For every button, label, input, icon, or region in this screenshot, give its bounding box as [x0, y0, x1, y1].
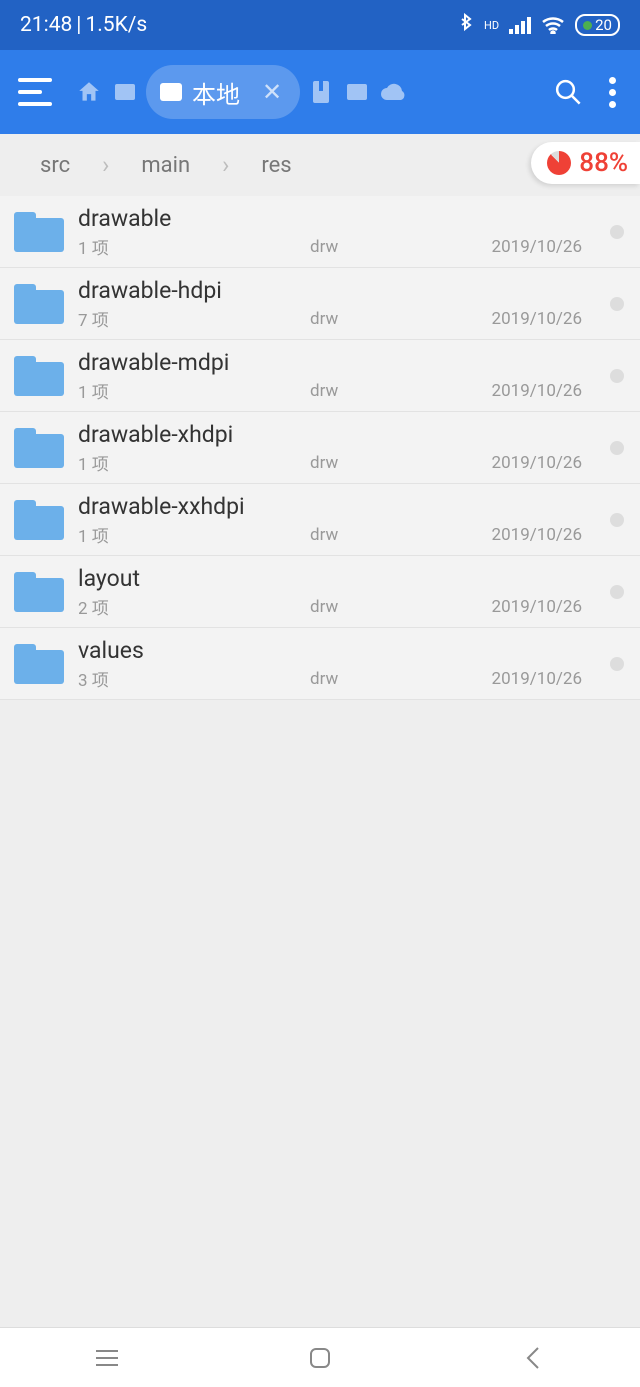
item-date: 2019/10/26 [492, 669, 582, 689]
storage-badge[interactable]: 88% [531, 142, 640, 184]
list-item[interactable]: drawable1 项 drw 2019/10/26 [0, 196, 640, 268]
archive-icon[interactable] [306, 77, 336, 107]
list-item[interactable]: drawable-mdpi1 项 drw 2019/10/26 [0, 340, 640, 412]
item-date: 2019/10/26 [492, 453, 582, 473]
item-perm: drw [310, 669, 338, 689]
system-navbar [0, 1327, 640, 1387]
item-name: drawable-xxhdpi [78, 493, 245, 520]
item-perm: drw [310, 381, 338, 401]
item-main: drawable1 项 [78, 205, 171, 259]
recent-apps-button[interactable] [92, 1343, 122, 1373]
pie-icon [547, 151, 571, 175]
crumb-res[interactable]: res [251, 153, 301, 178]
item-main: drawable-hdpi7 项 [78, 277, 222, 331]
list-item[interactable]: values3 项 drw 2019/10/26 [0, 628, 640, 700]
item-date: 2019/10/26 [492, 309, 582, 329]
select-indicator[interactable] [610, 297, 624, 311]
item-date: 2019/10/26 [492, 525, 582, 545]
hd-icon: HD [484, 19, 499, 32]
status-speed: 1.5K/s [85, 13, 147, 37]
bluetooth-icon [458, 13, 474, 37]
item-perm: drw [310, 237, 338, 257]
folder-icon [14, 644, 64, 684]
status-time: 21:48 [20, 13, 72, 37]
item-perm: drw [310, 597, 338, 617]
item-name: drawable-xhdpi [78, 421, 233, 448]
back-button[interactable] [518, 1343, 548, 1373]
status-right: HD 20 [458, 13, 620, 37]
battery-icon: 20 [575, 14, 620, 36]
close-tab-icon[interactable]: ✕ [262, 78, 282, 106]
item-count: 3 项 [78, 666, 144, 691]
item-name: drawable-hdpi [78, 277, 222, 304]
status-left: 21:48 | 1.5K/s [20, 13, 147, 37]
select-indicator[interactable] [610, 225, 624, 239]
more-button[interactable] [609, 77, 616, 108]
select-indicator[interactable] [610, 369, 624, 383]
tab-label: 本地 [192, 75, 240, 110]
chevron-right-icon: › [80, 151, 131, 179]
status-bar: 21:48 | 1.5K/s HD 20 [0, 0, 640, 50]
item-perm: drw [310, 453, 338, 473]
item-name: drawable-mdpi [78, 349, 229, 376]
storage-percent: 88% [579, 148, 628, 178]
list-item[interactable]: drawable-hdpi7 项 drw 2019/10/26 [0, 268, 640, 340]
menu-button[interactable] [18, 78, 52, 106]
select-indicator[interactable] [610, 441, 624, 455]
folder-icon [14, 284, 64, 324]
sdcard-icon [160, 83, 182, 101]
item-main: drawable-xxhdpi1 项 [78, 493, 245, 547]
item-main: drawable-mdpi1 项 [78, 349, 229, 403]
bookmark-icon[interactable] [110, 77, 140, 107]
item-count: 1 项 [78, 378, 229, 403]
crumb-main[interactable]: main [131, 153, 200, 178]
file-list: drawable1 项drw2019/10/26drawable-hdpi7 项… [0, 196, 640, 1327]
signal-icon [509, 16, 531, 34]
item-count: 7 项 [78, 306, 222, 331]
book-icon[interactable] [342, 77, 372, 107]
select-indicator[interactable] [610, 585, 624, 599]
item-count: 1 项 [78, 522, 245, 547]
item-name: drawable [78, 205, 171, 232]
list-item[interactable]: drawable-xxhdpi1 项 drw 2019/10/26 [0, 484, 640, 556]
item-perm: drw [310, 525, 338, 545]
select-indicator[interactable] [610, 513, 624, 527]
wifi-icon [541, 16, 565, 34]
item-count: 1 项 [78, 234, 171, 259]
item-date: 2019/10/26 [492, 381, 582, 401]
folder-icon [14, 572, 64, 612]
folder-icon [14, 356, 64, 396]
item-main: values3 项 [78, 637, 144, 691]
item-perm: drw [310, 309, 338, 329]
item-date: 2019/10/26 [492, 237, 582, 257]
item-date: 2019/10/26 [492, 597, 582, 617]
list-item[interactable]: drawable-xhdpi1 项 drw 2019/10/26 [0, 412, 640, 484]
list-item[interactable]: layout2 项 drw 2019/10/26 [0, 556, 640, 628]
battery-level: 20 [595, 16, 612, 34]
home-button[interactable] [305, 1343, 335, 1373]
chevron-right-icon: › [200, 151, 251, 179]
select-indicator[interactable] [610, 657, 624, 671]
folder-icon [14, 212, 64, 252]
folder-icon [14, 428, 64, 468]
toolbar: 本地 ✕ [0, 50, 640, 134]
item-main: layout2 项 [78, 565, 140, 619]
item-name: layout [78, 565, 140, 592]
item-main: drawable-xhdpi1 项 [78, 421, 233, 475]
item-name: values [78, 637, 144, 664]
home-icon[interactable] [74, 77, 104, 107]
item-count: 2 项 [78, 594, 140, 619]
tab-local[interactable]: 本地 ✕ [146, 65, 300, 119]
crumb-src[interactable]: src [30, 153, 80, 178]
breadcrumb: src › main › res 88% [0, 134, 640, 196]
status-sep: | [76, 13, 81, 37]
item-count: 1 项 [78, 450, 233, 475]
cloud-icon[interactable] [378, 77, 408, 107]
folder-icon [14, 500, 64, 540]
search-button[interactable] [553, 77, 583, 107]
